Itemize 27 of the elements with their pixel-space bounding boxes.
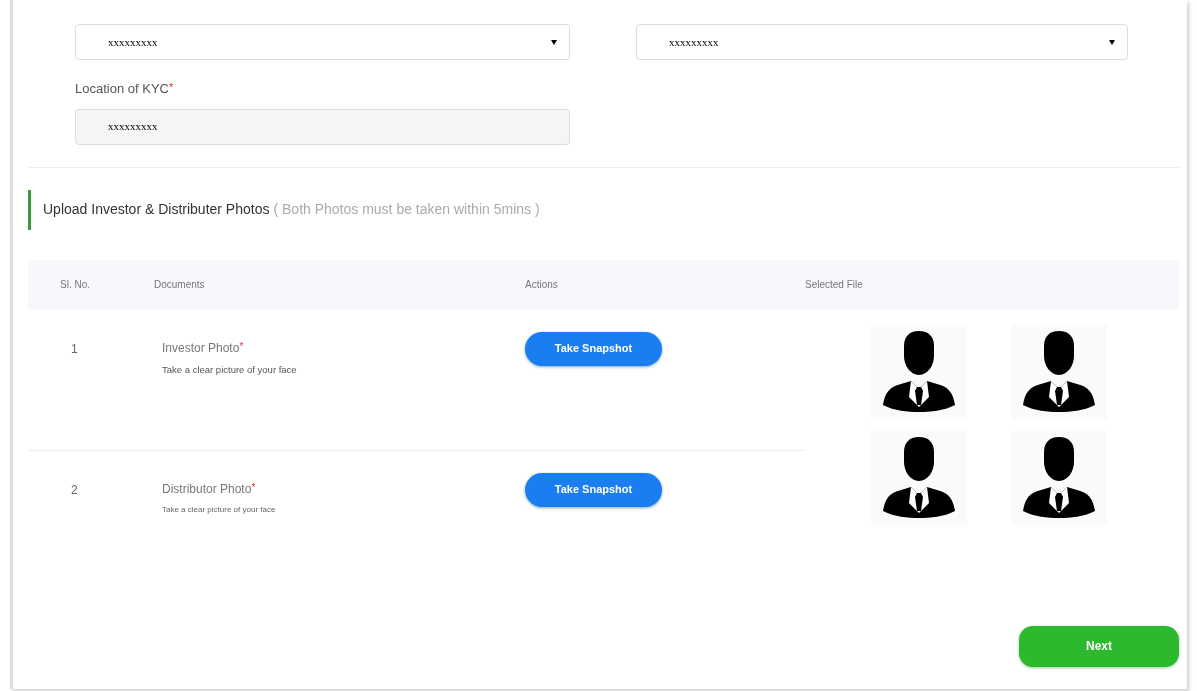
select-field[interactable]: xxxxxxxxx	[75, 24, 570, 60]
person-silhouette-icon	[871, 430, 967, 525]
field-label: Location of KYC	[75, 80, 169, 98]
column-header: Documents	[153, 278, 206, 292]
take-snapshot-button[interactable]: Take Snapshot	[525, 472, 662, 507]
required-asterisk: *	[251, 480, 256, 495]
take-snapshot-button[interactable]: Take Snapshot	[525, 331, 662, 366]
column-header: Actions	[525, 278, 559, 292]
document-hint: Take a clear picture of your face	[162, 503, 276, 516]
section-note: ( Both Photos must be taken within 5mins )	[273, 200, 540, 219]
dropdown-caret-icon	[1109, 39, 1115, 45]
section-title: Upload Investor & Distributer Photos	[43, 200, 270, 219]
required-asterisk: *	[168, 80, 174, 95]
column-header: Selected File	[805, 278, 863, 292]
location-input-field[interactable]: xxxxxxxxx	[75, 108, 570, 145]
document-title: Distributor Photo	[162, 480, 252, 498]
person-silhouette-icon	[871, 324, 967, 419]
select-field[interactable]: xxxxxxxxx	[636, 24, 1128, 60]
person-silhouette-icon	[1011, 324, 1107, 419]
person-silhouette-icon	[1011, 430, 1107, 525]
row-number: 1	[70, 340, 79, 358]
column-header: Sl. No.	[59, 278, 91, 292]
document-hint: Take a clear picture of your face	[162, 362, 297, 377]
required-asterisk: *	[239, 339, 244, 354]
document-title: Investor Photo	[162, 339, 240, 357]
dropdown-caret-icon	[551, 39, 557, 45]
row-number: 2	[70, 481, 79, 499]
